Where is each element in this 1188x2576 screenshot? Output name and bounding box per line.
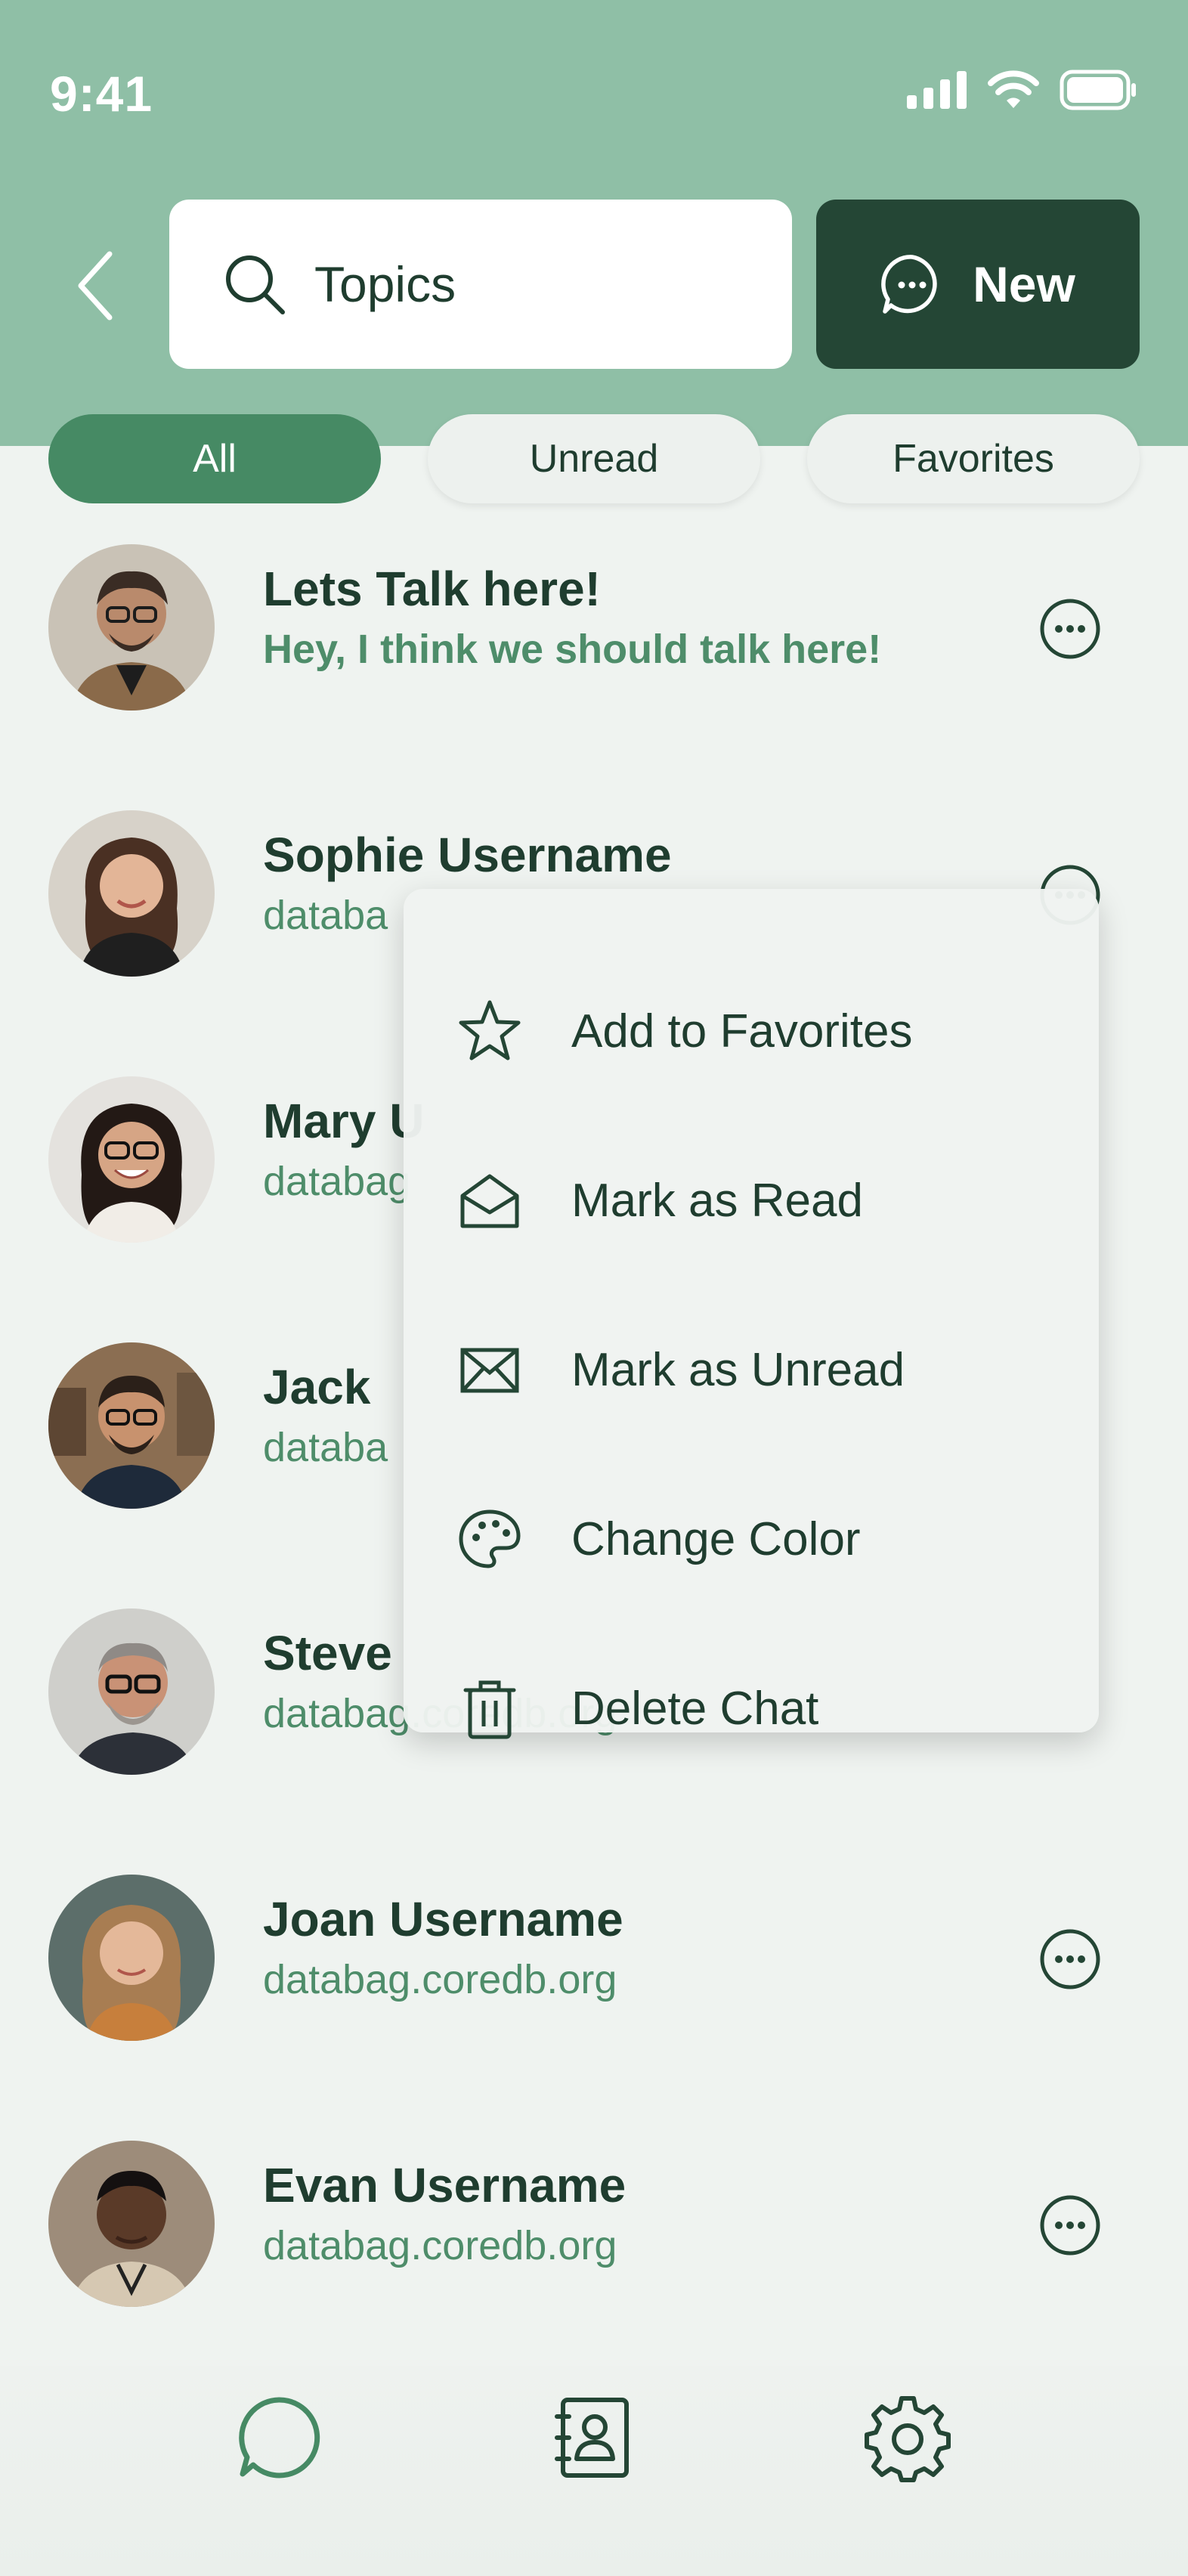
chat-row[interactable]: Evan Username databag.coredb.org [0, 2110, 1188, 2337]
trash-icon [452, 1670, 527, 1746]
tab-settings[interactable] [859, 2389, 957, 2487]
chat-row[interactable]: Lets Talk here! Hey, I think we should t… [0, 514, 1188, 741]
new-chat-button[interactable]: New [816, 200, 1140, 369]
star-icon [452, 993, 527, 1069]
search-text: Topics [314, 256, 456, 312]
contacts-book-icon [555, 2398, 629, 2478]
more-options-icon[interactable] [1038, 2194, 1102, 2257]
tab-chats[interactable] [230, 2389, 328, 2487]
chat-name: Joan Username [263, 1892, 623, 1946]
palette-icon [452, 1501, 527, 1577]
more-options-icon[interactable] [1038, 1927, 1102, 1991]
menu-item-add-favorites[interactable]: Add to Favorites [404, 946, 1099, 1116]
menu-item-delete-chat[interactable]: Delete Chat [404, 1624, 1099, 1793]
menu-label: Add to Favorites [571, 1005, 913, 1057]
avatar [48, 1608, 215, 1775]
chat-subtitle: databag.coredb.org [263, 2223, 617, 2268]
chat-name: Evan Username [263, 2158, 626, 2212]
menu-label: Delete Chat [571, 1682, 819, 1735]
envelope-open-icon [452, 1163, 527, 1238]
wifi-icon [988, 70, 1039, 108]
menu-item-change-color[interactable]: Change Color [404, 1454, 1099, 1624]
search-input[interactable]: Topics [169, 200, 792, 369]
chat-subtitle: Hey, I think we should talk here! [263, 627, 882, 672]
chat-bubble-icon [239, 2397, 320, 2478]
avatar [48, 1342, 215, 1509]
menu-label: Mark as Unread [571, 1343, 905, 1396]
menu-item-mark-unread[interactable]: Mark as Unread [404, 1285, 1099, 1454]
chat-name: Mary U [263, 1094, 425, 1148]
status-time: 9:41 [50, 66, 153, 122]
chat-name: Steve [263, 1626, 392, 1680]
avatar [48, 2141, 215, 2307]
chat-name: Jack [263, 1360, 371, 1414]
back-button[interactable] [60, 240, 128, 331]
status-icons [907, 70, 1138, 110]
menu-item-mark-read[interactable]: Mark as Read [404, 1116, 1099, 1285]
more-options-icon[interactable] [1038, 597, 1102, 661]
chat-subtitle: databa [263, 893, 388, 938]
chat-name: Lets Talk here! [263, 562, 601, 616]
avatar [48, 1875, 215, 2041]
chat-row[interactable]: Joan Username databag.coredb.org [0, 1844, 1188, 2071]
new-button-label: New [973, 256, 1075, 312]
filter-all[interactable]: All [48, 414, 381, 503]
signal-icon [907, 71, 967, 109]
battery-icon [1060, 70, 1136, 110]
menu-label: Mark as Read [571, 1174, 863, 1227]
filter-favorites[interactable]: Favorites [807, 414, 1140, 503]
search-icon [226, 255, 285, 314]
gear-icon [865, 2396, 951, 2482]
chat-subtitle: databa [263, 1425, 388, 1470]
chat-subtitle: databag [263, 1159, 411, 1204]
envelope-icon [452, 1332, 527, 1407]
avatar [48, 1076, 215, 1243]
chat-bubble-dots-icon [881, 255, 937, 314]
avatar [48, 810, 215, 977]
menu-label: Change Color [571, 1512, 861, 1565]
chat-name: Sophie Username [263, 828, 672, 882]
chat-subtitle: databag.coredb.org [263, 1957, 617, 2002]
filter-unread[interactable]: Unread [428, 414, 760, 503]
tab-contacts[interactable] [543, 2389, 641, 2487]
avatar [48, 544, 215, 711]
header: 9:41 Topics New [0, 0, 1188, 446]
chevron-left-icon [78, 251, 113, 320]
context-menu: Add to Favorites Mark as Read Mark as Un… [404, 889, 1099, 1739]
